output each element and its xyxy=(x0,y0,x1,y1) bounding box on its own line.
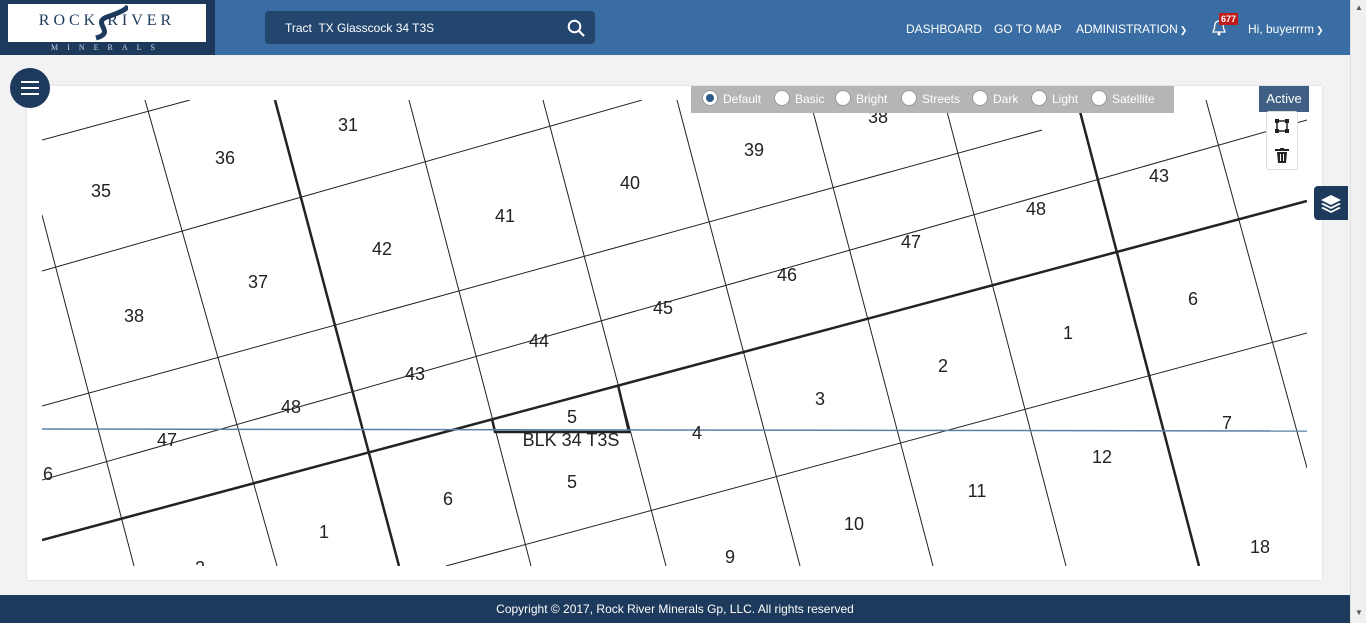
section-label: 31 xyxy=(338,115,358,135)
basemap-label: Bright xyxy=(856,92,888,106)
section-label: 48 xyxy=(1026,199,1046,219)
section-label: 4 xyxy=(692,423,702,443)
section-label: 43 xyxy=(1149,166,1169,186)
chevron-down-icon: ❯ xyxy=(1179,25,1188,35)
section-label: 6 xyxy=(1188,289,1198,309)
radio-icon xyxy=(1091,90,1107,106)
draw-toolbar xyxy=(1266,111,1298,170)
section-label: 1 xyxy=(319,522,329,542)
notification-badge: 677 xyxy=(1219,13,1239,25)
logo-subtext: MINERALS xyxy=(51,43,164,52)
search-icon[interactable] xyxy=(567,19,585,37)
basemap-label: Basic xyxy=(795,92,825,106)
section-label: 12 xyxy=(1092,447,1112,467)
logo[interactable]: ROCK RIVER MINERALS xyxy=(0,0,215,55)
basemap-label: Streets xyxy=(922,92,961,106)
search-bar xyxy=(265,11,595,44)
section-label: 48 xyxy=(281,397,301,417)
logo-text: ROCK RIVER xyxy=(38,12,176,29)
nav-go-to-map[interactable]: GO TO MAP xyxy=(994,22,1062,36)
search-input[interactable] xyxy=(273,11,553,44)
basemap-selector: Default Basic Bright Streets Dark Light … xyxy=(691,86,1174,113)
section-label: 5 xyxy=(567,472,577,492)
section-label: 43 xyxy=(405,364,425,384)
section-label: 41 xyxy=(495,206,515,226)
menu-bar xyxy=(21,93,39,95)
section-label: 35 xyxy=(91,181,111,201)
draw-polygon-icon[interactable] xyxy=(1275,119,1289,133)
menu-bar xyxy=(21,87,39,89)
page-scrollbar[interactable]: ▲ ▼ xyxy=(1350,0,1366,623)
radio-icon xyxy=(901,90,917,106)
layers-button[interactable] xyxy=(1314,186,1348,220)
radio-icon xyxy=(702,90,718,106)
trash-icon[interactable] xyxy=(1275,148,1289,163)
section-label: 45 xyxy=(653,298,673,318)
section-label: 18 xyxy=(1250,537,1270,557)
section-label: 1 xyxy=(1063,323,1073,343)
user-menu[interactable]: Hi, buyerrrm ❯ xyxy=(1248,22,1324,36)
section-label: 39 xyxy=(744,140,764,160)
scroll-down-icon[interactable]: ▼ xyxy=(1355,608,1363,617)
nav-administration[interactable]: ADMINISTRATION ❯ xyxy=(1076,22,1187,36)
map-canvas[interactable]: 31 36 35 38 39 40 41 42 43 37 48 47 46 4… xyxy=(42,100,1307,566)
map-container[interactable]: 31 36 35 38 39 40 41 42 43 37 48 47 46 4… xyxy=(27,86,1322,580)
section-label: 38 xyxy=(124,306,144,326)
scroll-up-icon[interactable]: ▲ xyxy=(1355,3,1363,12)
user-greeting: Hi, buyerrrm xyxy=(1248,22,1315,36)
section-label: 36 xyxy=(215,148,235,168)
section-label: 44 xyxy=(529,331,549,351)
section-label: 46 xyxy=(777,265,797,285)
radio-icon xyxy=(835,90,851,106)
active-button[interactable]: Active xyxy=(1259,86,1309,112)
section-label: 42 xyxy=(372,239,392,259)
section-label: 5 xyxy=(567,407,577,427)
block-label: BLK 34 T3S xyxy=(523,430,620,450)
section-label: 6 xyxy=(43,464,53,484)
menu-bar xyxy=(21,81,39,83)
section-label: 10 xyxy=(844,514,864,534)
section-label: 11 xyxy=(968,481,987,501)
basemap-label: Default xyxy=(723,92,762,106)
section-label: 40 xyxy=(620,173,640,193)
section-label: 3 xyxy=(815,389,825,409)
basemap-label: Dark xyxy=(993,92,1019,106)
basemap-label: Light xyxy=(1052,92,1079,106)
layers-icon xyxy=(1321,195,1341,213)
radio-icon xyxy=(774,90,790,106)
footer-copyright: Copyright © 2017, Rock River Minerals Gp… xyxy=(0,595,1350,623)
section-label: 2 xyxy=(938,356,948,376)
top-navbar: ROCK RIVER MINERALS DASHBOARD GO TO MAP … xyxy=(0,0,1350,55)
section-label: 2 xyxy=(195,558,205,566)
section-label: 47 xyxy=(157,430,177,450)
section-label: 6 xyxy=(443,489,453,509)
chevron-down-icon: ❯ xyxy=(1316,25,1324,35)
nav-administration-label: ADMINISTRATION xyxy=(1076,22,1178,36)
basemap-label: Satellite xyxy=(1112,92,1155,106)
logo-box: ROCK RIVER xyxy=(8,4,206,42)
radio-icon xyxy=(972,90,988,106)
section-label: 7 xyxy=(1222,413,1232,433)
nav-dashboard[interactable]: DASHBOARD xyxy=(906,22,982,36)
hamburger-menu-button[interactable] xyxy=(10,68,50,108)
section-label: 37 xyxy=(248,272,268,292)
section-label: 47 xyxy=(901,232,921,252)
section-label: 9 xyxy=(725,547,735,566)
radio-icon xyxy=(1031,90,1047,106)
